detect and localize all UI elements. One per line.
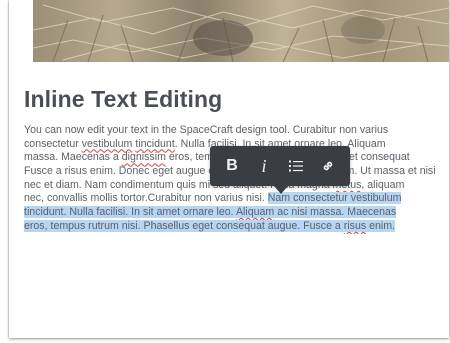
text-segment: massa. Maecenas a bbox=[24, 151, 122, 164]
text-segment: consectetur bbox=[24, 137, 82, 150]
bold-button[interactable]: B bbox=[216, 146, 248, 186]
misspelled-word: tincidunt bbox=[135, 137, 175, 150]
bullet-list-icon bbox=[289, 160, 303, 172]
misspelled-word: vestibulum bbox=[81, 137, 133, 150]
text-line: tincidunt. Nulla facilisi. In sit amet o… bbox=[24, 206, 438, 220]
text-line: You can now edit your text in the SpaceC… bbox=[24, 124, 438, 138]
selected-text: ac nisi massa. Maecenas bbox=[274, 206, 397, 219]
italic-icon: i bbox=[261, 155, 267, 176]
bullet-list-button[interactable] bbox=[280, 146, 312, 186]
selected-text: enim. bbox=[366, 219, 395, 232]
selected-text: Nam consectetur vestibulum bbox=[267, 192, 402, 205]
misspelled-word: risus bbox=[343, 219, 367, 232]
text-line: nec, convallis mollis tortor.Curabitur n… bbox=[24, 192, 438, 206]
page-title: Inline Text Editing bbox=[24, 86, 223, 112]
misspelled-word: Aliquam bbox=[235, 206, 275, 219]
selected-text: tincidunt. Nulla facilisi. In sit amet o… bbox=[24, 206, 236, 219]
inline-format-toolbar: B i bbox=[210, 146, 350, 194]
misspelled-word: dignissim bbox=[121, 151, 166, 164]
bold-icon: B bbox=[226, 157, 238, 174]
text-segment: , aliquam bbox=[361, 178, 405, 191]
text-segment: You can now edit your text in the SpaceC… bbox=[24, 124, 389, 136]
link-button[interactable] bbox=[312, 146, 344, 186]
italic-button[interactable]: i bbox=[248, 146, 280, 186]
text-segment: nec, convallis mollis tortor.Curabitur n… bbox=[24, 192, 268, 205]
selected-text: eros, tempus rutrum nisi. Phasellus eget… bbox=[24, 219, 344, 232]
header-image bbox=[33, 0, 449, 62]
link-icon bbox=[323, 161, 333, 171]
text-line: eros, tempus rutrum nisi. Phasellus eget… bbox=[24, 219, 438, 234]
